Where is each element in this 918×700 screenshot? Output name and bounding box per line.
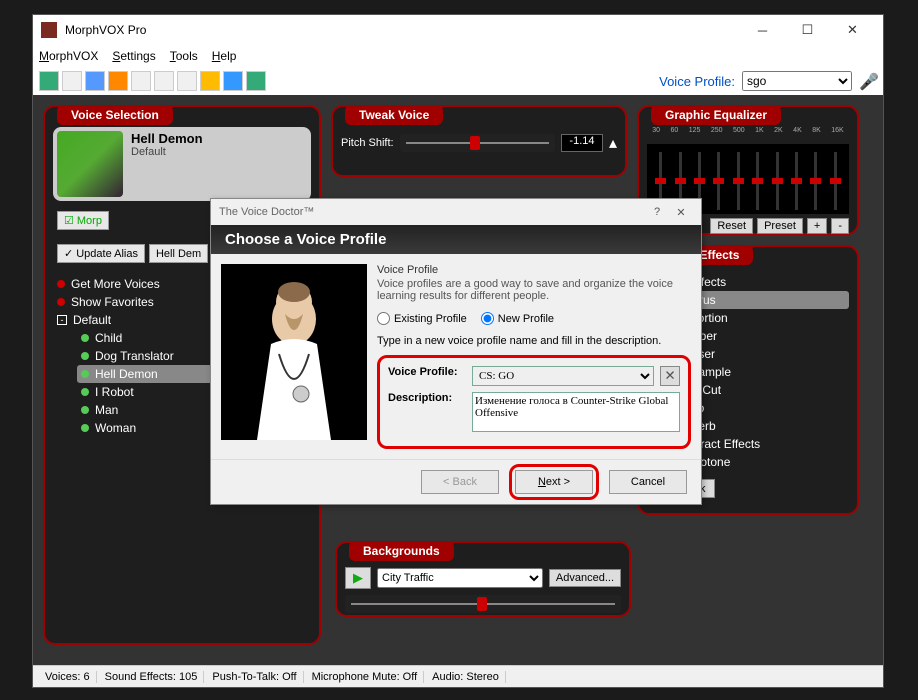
toolbar-icon[interactable] — [108, 71, 128, 91]
dialog-titlebar: The Voice Doctor™ ? ✕ — [211, 199, 701, 225]
toolbar-icon[interactable] — [39, 71, 59, 91]
titlebar: MorphVOX Pro ─ ☐ ✕ — [33, 15, 883, 45]
update-alias-button[interactable]: ✓ Update Alias — [57, 244, 145, 263]
eq-minus-button[interactable]: - — [831, 218, 849, 234]
toolbar-icon[interactable] — [200, 71, 220, 91]
app-logo — [41, 22, 57, 38]
menu-settings[interactable]: Settings — [112, 49, 155, 63]
close-button[interactable]: ✕ — [830, 16, 875, 44]
menu-morphvox[interactable]: MorphVOX — [39, 49, 98, 63]
current-voice-sub: Default — [131, 146, 307, 158]
minimize-button[interactable]: ─ — [740, 16, 785, 44]
panel-header: Backgrounds — [349, 541, 454, 561]
dialog-description: Voice profiles are a good way to save an… — [377, 278, 691, 302]
profile-name-select[interactable]: CS: GO — [472, 366, 654, 386]
toolbar-icon[interactable] — [246, 71, 266, 91]
voice-avatar — [57, 131, 123, 197]
radio-new[interactable]: New Profile — [481, 312, 554, 325]
status-audio: Audio: Stereo — [426, 671, 506, 683]
dialog-close-button[interactable]: ✕ — [669, 206, 693, 219]
instruction-text: Type in a new voice profile name and fil… — [377, 335, 691, 347]
highlight-form: Voice Profile: CS: GO ✕ Description: — [377, 355, 691, 449]
pitch-stepper[interactable]: ▴ — [609, 133, 617, 153]
toolbar: Voice Profile: sgo 🎤 — [33, 67, 883, 95]
status-ptt: Push-To-Talk: Off — [206, 671, 303, 683]
tweak-voice-panel: Tweak Voice Pitch Shift: -1.14 ▴ — [331, 105, 627, 177]
current-voice-name: Hell Demon — [131, 131, 307, 146]
eq-plus-button[interactable]: + — [807, 218, 827, 234]
toolbar-icon[interactable] — [62, 71, 82, 91]
bg-volume-slider[interactable] — [345, 595, 621, 613]
dialog-header: Choose a Voice Profile — [211, 225, 701, 254]
app-title: MorphVOX Pro — [65, 23, 740, 37]
panel-header: Tweak Voice — [345, 105, 443, 125]
eq-preset-button[interactable]: Preset — [757, 218, 803, 234]
toolbar-icon[interactable] — [223, 71, 243, 91]
maximize-button[interactable]: ☐ — [785, 16, 830, 44]
pitch-label: Pitch Shift: — [341, 137, 394, 149]
pitch-slider[interactable] — [400, 134, 555, 152]
play-button[interactable]: ▶ — [345, 567, 371, 589]
menu-tools[interactable]: Tools — [170, 49, 198, 63]
status-sfx: Sound Effects: 105 — [99, 671, 205, 683]
dialog-help-button[interactable]: ? — [645, 206, 669, 218]
toolbar-icon[interactable] — [131, 71, 151, 91]
description-label: Description: — [388, 392, 466, 404]
statusbar: Voices: 6 Sound Effects: 105 Push-To-Tal… — [33, 665, 883, 687]
voice-profile-select[interactable]: sgo — [742, 71, 852, 91]
back-button: < Back — [421, 470, 499, 494]
hell-dem-tab[interactable]: Hell Dem — [149, 244, 208, 263]
menu-help[interactable]: Help — [212, 49, 237, 63]
voice-profile-label: Voice Profile: — [659, 74, 735, 89]
cancel-button[interactable]: Cancel — [609, 470, 687, 494]
delete-profile-button[interactable]: ✕ — [660, 366, 680, 386]
pitch-value: -1.14 — [561, 134, 603, 152]
toolbar-icon[interactable] — [154, 71, 174, 91]
group-label: Voice Profile — [377, 264, 691, 278]
toolbar-icon[interactable] — [85, 71, 105, 91]
eq-reset-button[interactable]: Reset — [710, 218, 753, 234]
description-textarea[interactable] — [472, 392, 680, 432]
background-select[interactable]: City Traffic — [377, 568, 543, 588]
highlight-next: Next > — [509, 464, 599, 500]
voice-doctor-dialog: The Voice Doctor™ ? ✕ Choose a Voice Pro… — [210, 198, 702, 505]
panel-header: Graphic Equalizer — [651, 105, 781, 125]
status-mic: Microphone Mute: Off — [306, 671, 425, 683]
mic-icon[interactable]: 🎤 — [859, 72, 877, 90]
profile-label: Voice Profile: — [388, 366, 466, 378]
panel-header: Voice Selection — [57, 105, 173, 125]
backgrounds-panel: Backgrounds ▶ City Traffic Advanced... — [335, 541, 631, 617]
doctor-image — [221, 264, 367, 440]
toolbar-icon[interactable] — [177, 71, 197, 91]
status-voices: Voices: 6 — [39, 671, 97, 683]
menubar: MorphVOX Settings Tools Help — [33, 45, 883, 67]
next-button[interactable]: Next > — [515, 470, 593, 494]
dialog-title-text: The Voice Doctor™ — [219, 206, 314, 218]
morph-button[interactable]: ☑ Morp — [57, 211, 109, 230]
radio-existing[interactable]: Existing Profile — [377, 312, 467, 325]
advanced-button[interactable]: Advanced... — [549, 569, 621, 587]
